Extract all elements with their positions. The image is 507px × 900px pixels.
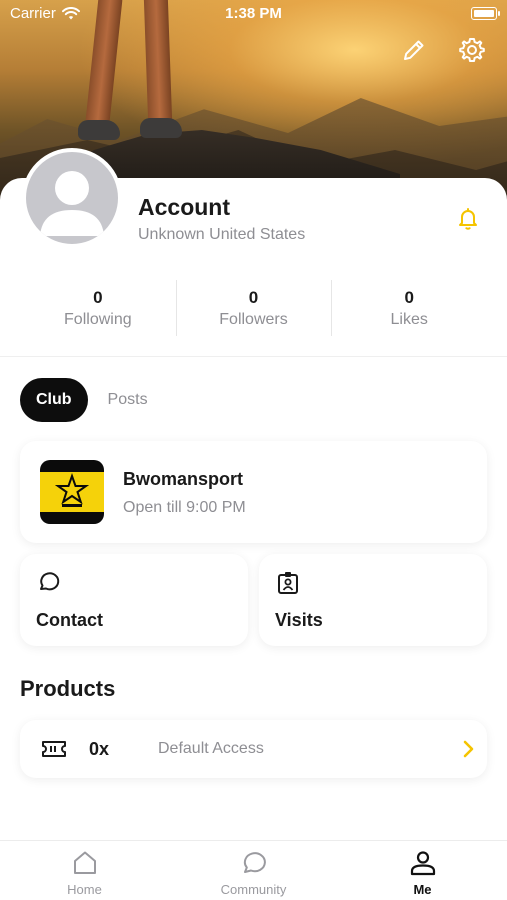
stat-label: Following xyxy=(64,311,132,328)
stat-label: Followers xyxy=(219,311,288,328)
battery-icon xyxy=(471,7,500,20)
chat-bubble-icon xyxy=(40,572,60,591)
gear-icon xyxy=(459,38,485,62)
pencil-icon xyxy=(404,40,424,60)
tab-posts[interactable]: Posts xyxy=(92,378,164,422)
stat-followers[interactable]: 0 Followers xyxy=(175,280,332,336)
product-row[interactable]: 0x Default Access xyxy=(20,720,487,778)
product-count: 0x xyxy=(89,739,110,759)
club-name: Bwomansport xyxy=(123,469,244,489)
home-icon xyxy=(73,851,96,874)
nav-me[interactable]: Me xyxy=(338,841,507,900)
badge-icon xyxy=(278,572,298,594)
club-hours: Open till 9:00 PM xyxy=(123,499,246,516)
notifications-button[interactable] xyxy=(456,206,480,230)
contact-label: Contact xyxy=(36,610,103,630)
ticket-icon xyxy=(42,741,66,757)
nav-home[interactable]: Home xyxy=(0,841,169,900)
chat-icon xyxy=(243,852,266,873)
edit-profile-button[interactable] xyxy=(398,34,430,66)
club-card[interactable]: Bwomansport Open till 9:00 PM xyxy=(20,441,487,543)
visits-label: Visits xyxy=(275,610,323,630)
nav-community[interactable]: Community xyxy=(169,841,338,900)
person-icon xyxy=(410,851,435,876)
stat-following[interactable]: 0 Following xyxy=(20,280,176,336)
default-avatar-icon xyxy=(40,171,104,236)
nav-label: Home xyxy=(67,882,102,897)
profile-tabs: Club Posts xyxy=(20,378,164,422)
bell-icon xyxy=(459,208,477,230)
product-name: Default Access xyxy=(158,740,264,757)
account-location: Unknown United States xyxy=(138,226,306,243)
status-time: 1:38 PM xyxy=(225,5,282,22)
star-icon xyxy=(54,472,90,507)
profile-stats: 0 Following 0 Followers 0 Likes xyxy=(20,280,487,336)
stat-label: Likes xyxy=(390,311,428,328)
settings-button[interactable] xyxy=(456,34,488,66)
avatar[interactable] xyxy=(22,148,122,248)
nav-label: Me xyxy=(413,882,432,897)
stat-value: 0 xyxy=(248,288,259,307)
nav-label: Community xyxy=(220,882,287,897)
tab-club[interactable]: Club xyxy=(20,378,88,422)
visits-button[interactable]: Visits xyxy=(259,554,487,646)
chevron-right-icon xyxy=(463,740,474,758)
section-divider xyxy=(0,356,507,357)
stat-value: 0 xyxy=(93,288,103,307)
stat-value: 0 xyxy=(404,288,414,307)
stat-likes[interactable]: 0 Likes xyxy=(331,280,487,336)
status-bar: Carrier 1:38 PM xyxy=(0,0,507,28)
products-heading: Products xyxy=(20,676,116,701)
contact-button[interactable]: Contact xyxy=(20,554,248,646)
account-name: Account xyxy=(138,194,230,220)
club-logo xyxy=(40,460,104,524)
bottom-tab-bar: Home Community Me xyxy=(0,840,507,900)
